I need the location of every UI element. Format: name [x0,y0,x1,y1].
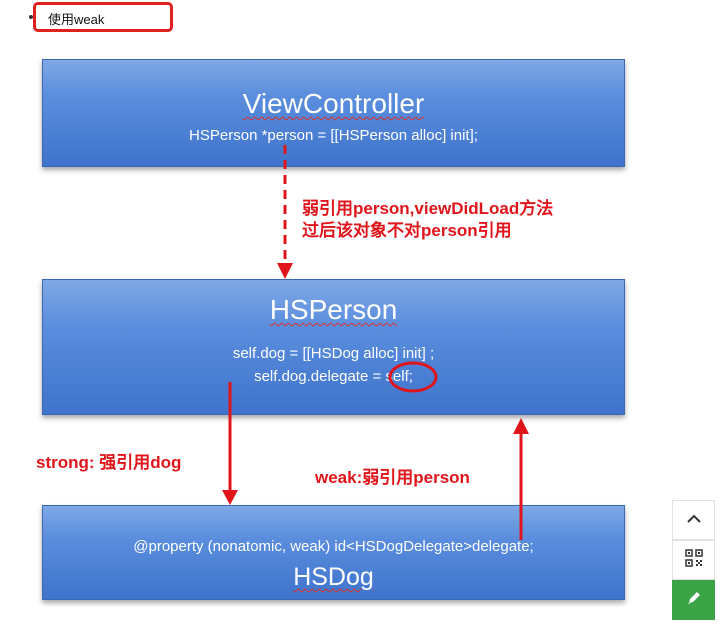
edit-button[interactable] [672,580,715,620]
strong-note: strong: 强引用dog [36,453,182,472]
weak-note: weak:弱引用person [315,468,470,487]
self-highlight-circle [388,361,438,393]
weak-dashed-arrow-head [277,263,293,279]
weak-arrow-head [513,418,529,434]
weak-reference-note-line2: 过后该对象不对person引用 [302,221,512,240]
weak-reference-note-line1: 弱引用person,viewDidLoad方法 [302,199,554,218]
scroll-top-button[interactable] [672,500,715,540]
qr-code-button[interactable] [672,540,715,580]
edit-pencil-icon [686,590,702,611]
arrows-overlay [222,145,529,540]
strong-arrow-head [222,490,238,505]
qr-code-icon [684,548,703,572]
chevron-up-icon [686,511,701,529]
weak-reference-note: 弱引用person,viewDidLoad方法 过后该对象不对person引用 [302,198,553,242]
